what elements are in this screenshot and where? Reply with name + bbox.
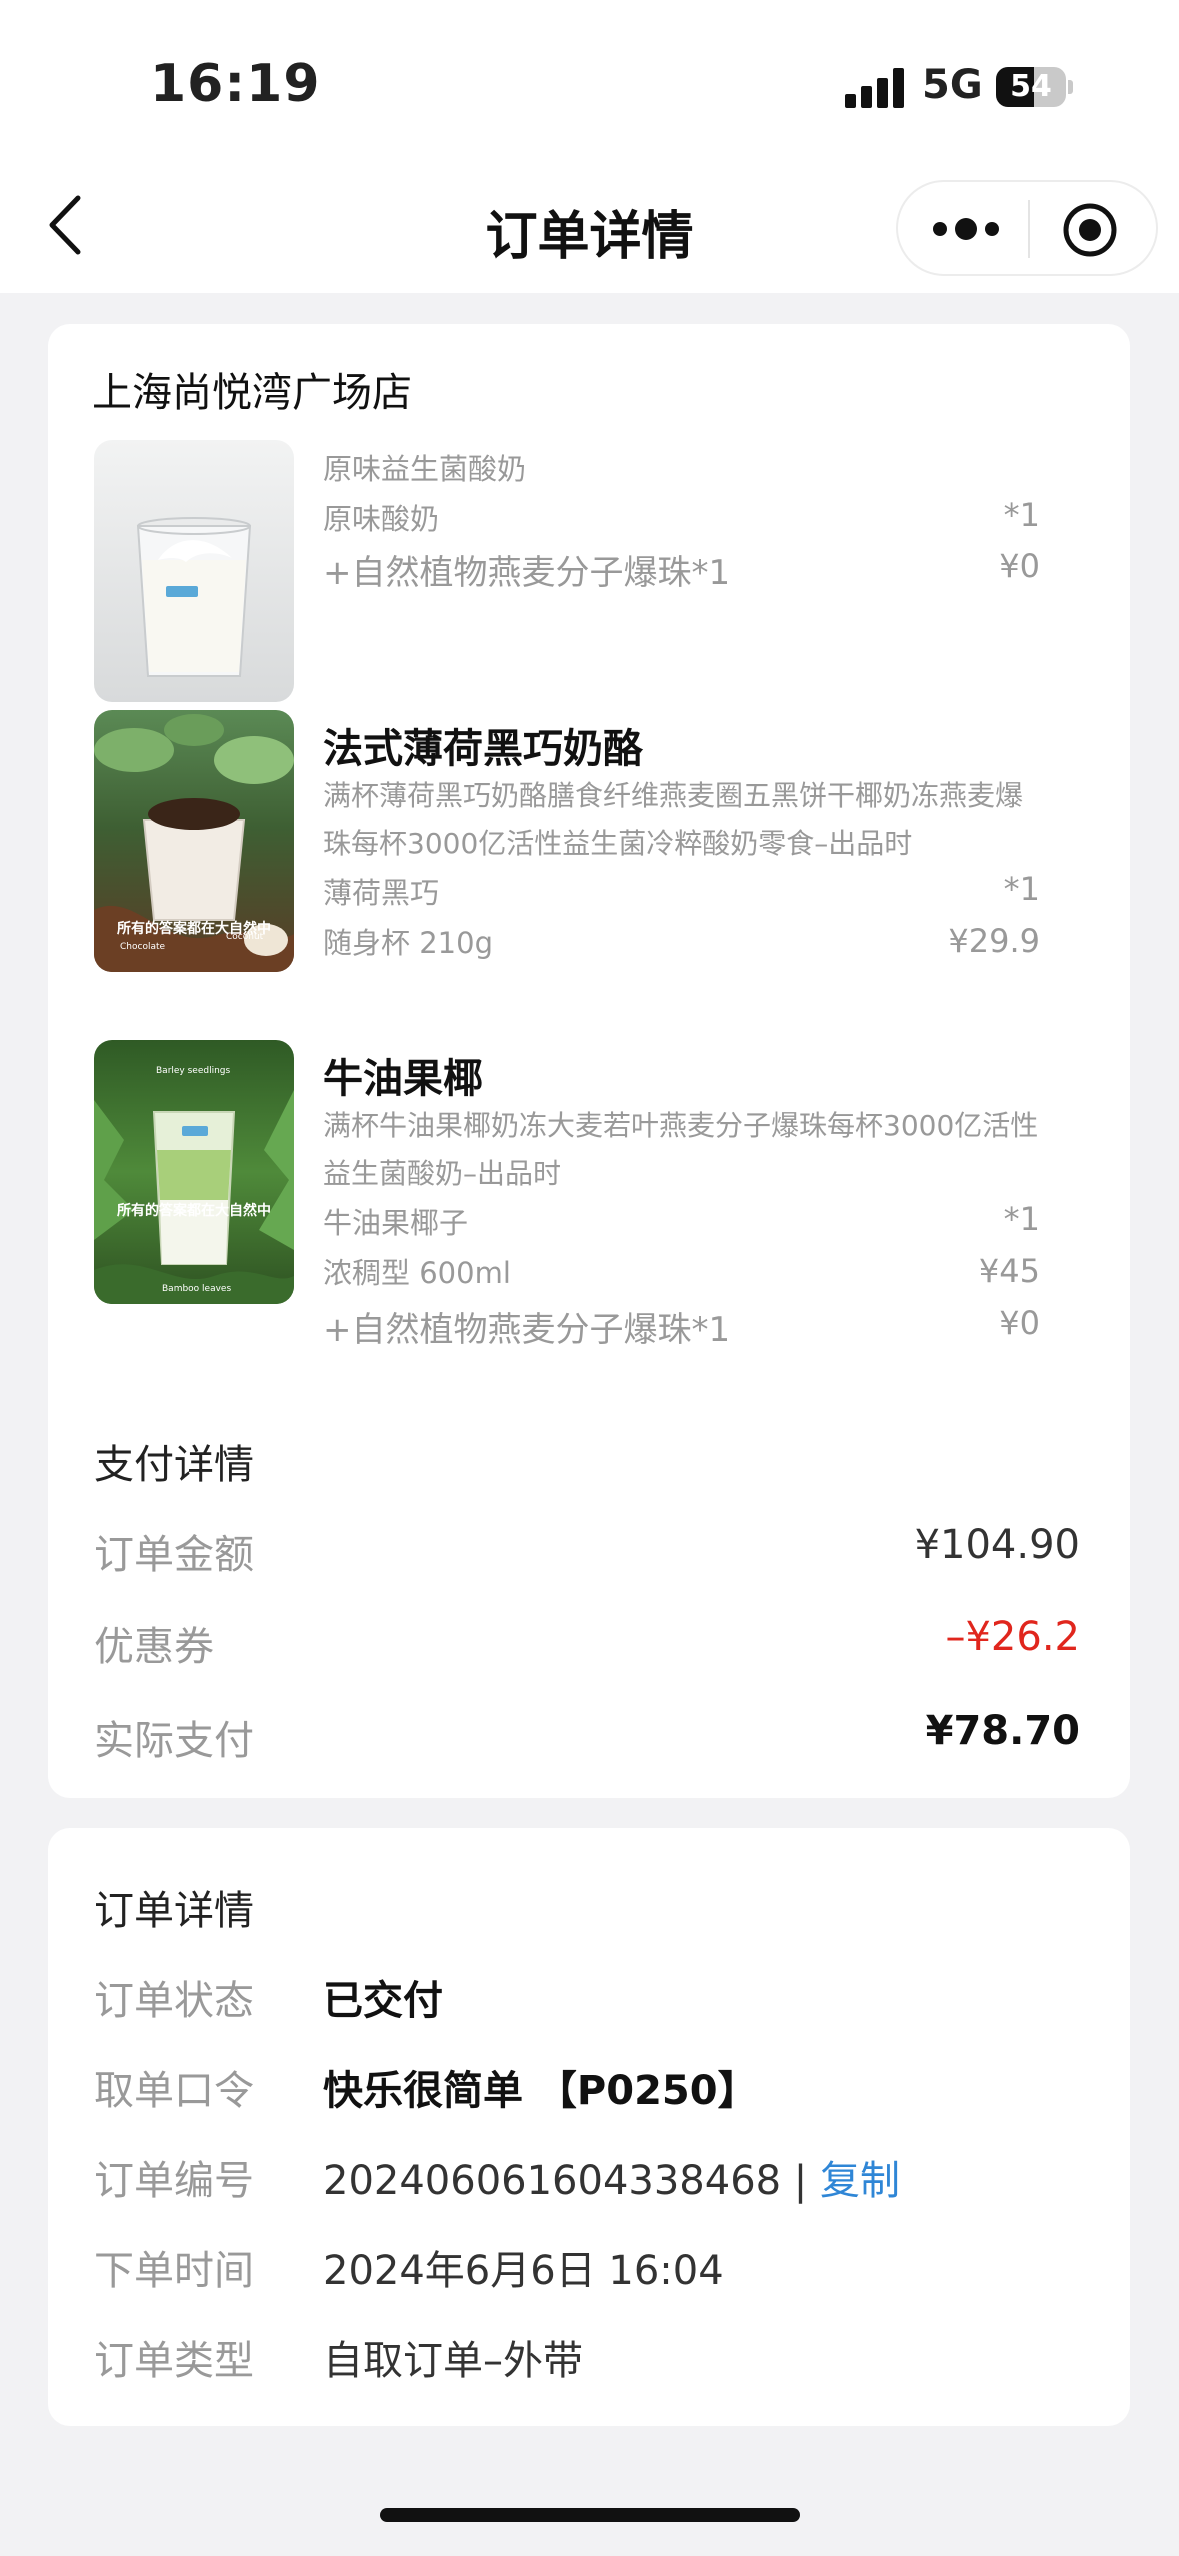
product2-qty: *1: [1003, 870, 1040, 908]
thumb3-caption: 所有的答案都在大自然中: [117, 1203, 271, 1219]
product1-spec: 原味酸奶: [323, 502, 440, 536]
order-label-type: 订单类型: [94, 2338, 254, 2384]
order-details-card: 订单详情 订单状态 已交付 取单口令 快乐很简单 【P0250】 订单编号 20…: [48, 1828, 1130, 2426]
product-image-avocado-coconut[interactable]: 所有的答案都在大自然中 Barley seedlings Bamboo leav…: [94, 1040, 294, 1304]
thumb3-tag-bottom: Bamboo leaves: [162, 1284, 232, 1294]
top-bar: 16:19 5G 54 订单详情: [0, 0, 1179, 293]
product1-addon: +自然植物燕麦分子爆珠*1: [323, 553, 731, 593]
product1-qty: *1: [1003, 496, 1040, 534]
order-label-pickup-code: 取单口令: [94, 2068, 254, 2114]
payment-label-coupon: 优惠券: [94, 1624, 214, 1670]
order-section-title: 订单详情: [94, 1888, 254, 1934]
product2-flavor: 薄荷黑巧: [323, 876, 440, 910]
product2-title: 法式薄荷黑巧奶酪: [323, 726, 643, 772]
payment-section-title: 支付详情: [94, 1442, 254, 1488]
order-value-status: 已交付: [323, 1978, 443, 2024]
battery-level: 54: [1010, 69, 1052, 104]
payment-label-total: 订单金额: [94, 1532, 254, 1578]
product3-qty: *1: [1003, 1200, 1040, 1238]
product-image-mint-chocolate[interactable]: 所有的答案都在大自然中 Chocolate Coconut: [94, 710, 294, 972]
order-label-status: 订单状态: [94, 1978, 254, 2024]
payment-value-total: ¥104.90: [914, 1522, 1080, 1568]
order-label-time: 下单时间: [94, 2248, 254, 2294]
home-indicator[interactable]: [380, 2508, 800, 2522]
battery-icon: 54: [996, 67, 1074, 107]
thumb2-caption: 所有的答案都在大自然中: [117, 921, 271, 937]
product1-name: 原味益生菌酸奶: [323, 452, 527, 486]
product1-addon-price: ¥0: [999, 547, 1040, 585]
order-number-line: 202406061604338468 | 复制: [323, 2148, 900, 2206]
product-image-yogurt[interactable]: [94, 440, 294, 702]
product3-description: 满杯牛油果椰奶冻大麦若叶燕麦分子爆珠每杯3000亿活性益生菌酸奶–出品时: [323, 1109, 1039, 1190]
product3-addon-price: ¥0: [999, 1304, 1040, 1342]
product3-size: 浓稠型 600ml: [323, 1256, 511, 1290]
product3-title: 牛油果椰: [323, 1056, 483, 1102]
order-value-type: 自取订单–外带: [323, 2338, 583, 2384]
product2-size: 随身杯 210g: [323, 926, 493, 960]
order-value-time: 2024年6月6日 16:04: [323, 2248, 724, 2294]
order-number-separator: |: [781, 2158, 820, 2204]
product2-description: 满杯薄荷黑巧奶酪膳食纤维燕麦圈五黑饼干椰奶冻燕麦爆珠每杯3000亿活性益生菌冷粹…: [323, 779, 1024, 860]
product3-price: ¥45: [978, 1252, 1040, 1290]
order-value-pickup-code: 快乐很简单 【P0250】: [323, 2068, 758, 2114]
product3-flavor: 牛油果椰子: [323, 1206, 469, 1240]
target-circle-icon[interactable]: [1060, 200, 1120, 260]
product3-addon: +自然植物燕麦分子爆珠*1: [323, 1310, 731, 1350]
payment-value-coupon: –¥26.2: [945, 1614, 1080, 1660]
status-time: 16:19: [150, 54, 321, 114]
thumb3-tag-top: Barley seedlings: [156, 1066, 231, 1076]
thumb2-tag-right: Coconut: [226, 932, 264, 942]
product2-price: ¥29.9: [948, 922, 1040, 960]
network-label: 5G: [922, 62, 983, 108]
thumb2-tag-left: Chocolate: [120, 942, 166, 952]
order-value-number: 202406061604338468: [323, 2158, 782, 2204]
capsule-divider: [1028, 200, 1030, 258]
payment-label-paid: 实际支付: [94, 1718, 254, 1764]
mini-program-capsule: [896, 180, 1158, 276]
signal-icon: [845, 68, 905, 108]
order-items-card: 上海尚悦湾广场店 原味益生菌酸奶 原味酸奶 *1 +自然植物燕麦分子爆珠*1 ¥…: [48, 324, 1130, 1798]
payment-value-paid: ¥78.70: [925, 1708, 1080, 1754]
store-name: 上海尚悦湾广场店: [92, 370, 412, 416]
more-dots-icon[interactable]: [926, 202, 1006, 256]
order-label-number: 订单编号: [94, 2158, 254, 2204]
copy-order-number-button[interactable]: 复制: [820, 2158, 900, 2204]
